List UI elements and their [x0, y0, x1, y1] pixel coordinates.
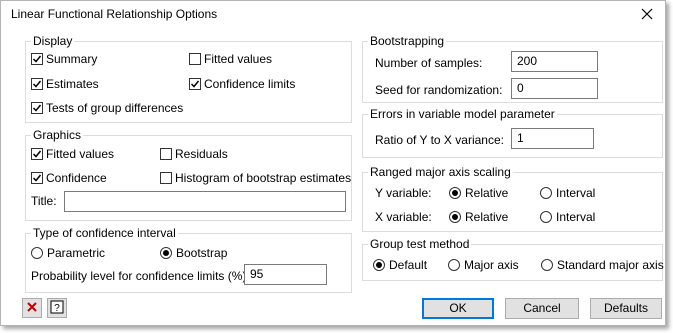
checkbox-box	[160, 172, 172, 184]
radio-circle	[448, 259, 460, 271]
checkbox-box	[31, 53, 43, 65]
standard-major-axis-radio[interactable]: Standard major axis	[541, 258, 664, 272]
checkbox-box	[189, 78, 201, 90]
default-method-label: Default	[389, 258, 428, 272]
ratio-input[interactable]: 1	[511, 128, 594, 149]
seed-input[interactable]: 0	[511, 78, 598, 99]
ok-button[interactable]: OK	[422, 298, 494, 319]
x-relative-radio[interactable]: Relative	[449, 210, 508, 224]
radio-circle	[373, 259, 385, 271]
rma-group-label: Ranged major axis scaling	[368, 165, 513, 179]
checkbox-box	[31, 172, 43, 184]
parametric-radio[interactable]: Parametric	[31, 246, 105, 260]
y-relative-radio[interactable]: Relative	[449, 186, 508, 200]
y-interval-label: Interval	[556, 186, 596, 200]
x-variable-label: X variable:	[375, 210, 432, 224]
standard-major-axis-label: Standard major axis	[557, 258, 664, 272]
y-relative-label: Relative	[465, 186, 509, 200]
estimates-checkbox[interactable]: Estimates	[31, 77, 99, 91]
radio-circle	[160, 247, 172, 259]
estimates-label: Estimates	[46, 77, 99, 91]
y-interval-radio[interactable]: Interval	[540, 186, 595, 200]
graphics-fitted-values-label: Fitted values	[46, 147, 115, 161]
radio-circle	[31, 247, 43, 259]
help-button[interactable]: ?	[47, 298, 67, 318]
summary-checkbox[interactable]: Summary	[31, 52, 97, 66]
histogram-bootstrap-label: Histogram of bootstrap estimates	[175, 171, 352, 185]
tests-group-differences-label: Tests of group differences	[46, 101, 184, 115]
residuals-label: Residuals	[175, 147, 228, 161]
ci-type-group-label: Type of confidence interval	[31, 226, 178, 240]
group-test-group-label: Group test method	[368, 237, 472, 251]
radio-circle	[449, 187, 461, 199]
radio-circle	[541, 259, 553, 271]
parametric-label: Parametric	[47, 246, 106, 260]
samples-label: Number of samples:	[375, 56, 483, 70]
probability-level-label: Probability level for confidence limits …	[31, 269, 250, 283]
confidence-label: Confidence	[46, 171, 107, 185]
red-x-icon	[26, 301, 38, 316]
window-title: Linear Functional Relationship Options	[11, 7, 218, 21]
confidence-limits-checkbox[interactable]: Confidence limits	[189, 77, 295, 91]
checkbox-box	[31, 102, 43, 114]
title-label: Title:	[31, 194, 57, 208]
checkbox-box	[160, 148, 172, 160]
checkbox-box	[189, 53, 201, 65]
x-relative-label: Relative	[465, 210, 509, 224]
samples-input[interactable]: 200	[511, 51, 598, 72]
display-group-label: Display	[31, 34, 75, 48]
graphics-fitted-values-checkbox[interactable]: Fitted values	[31, 147, 114, 161]
fitted-values-checkbox[interactable]: Fitted values	[189, 52, 272, 66]
bootstrap-radio[interactable]: Bootstrap	[160, 246, 227, 260]
default-method-radio[interactable]: Default	[373, 258, 427, 272]
title-input[interactable]	[64, 191, 346, 212]
graphics-group-label: Graphics	[31, 128, 84, 142]
checkbox-box	[31, 78, 43, 90]
radio-circle	[449, 211, 461, 223]
help-icon: ?	[50, 300, 64, 317]
errors-group-label: Errors in variable model parameter	[368, 107, 557, 121]
residuals-checkbox[interactable]: Residuals	[160, 147, 228, 161]
bootstrapping-group-label: Bootstrapping	[368, 34, 447, 48]
options-dialog: Linear Functional Relationship Options D…	[0, 0, 666, 326]
seed-label: Seed for randomization:	[375, 83, 503, 97]
y-variable-label: Y variable:	[375, 186, 432, 200]
histogram-bootstrap-checkbox[interactable]: Histogram of bootstrap estimates	[160, 171, 351, 185]
defaults-button[interactable]: Defaults	[590, 298, 662, 319]
clear-button[interactable]	[22, 298, 42, 318]
x-interval-label: Interval	[556, 210, 596, 224]
summary-label: Summary	[46, 52, 98, 66]
checkbox-box	[31, 148, 43, 160]
cancel-button[interactable]: Cancel	[505, 298, 579, 319]
x-interval-radio[interactable]: Interval	[540, 210, 595, 224]
confidence-limits-label: Confidence limits	[204, 77, 296, 91]
svg-text:?: ?	[54, 303, 60, 314]
major-axis-label: Major axis	[464, 258, 519, 272]
fitted-values-label: Fitted values	[204, 52, 273, 66]
major-axis-radio[interactable]: Major axis	[448, 258, 519, 272]
probability-level-input[interactable]: 95	[244, 264, 327, 285]
close-icon[interactable]	[637, 4, 657, 24]
title-bar: Linear Functional Relationship Options	[1, 1, 665, 28]
bootstrap-label: Bootstrap	[176, 246, 228, 260]
radio-circle	[540, 187, 552, 199]
tests-group-differences-checkbox[interactable]: Tests of group differences	[31, 101, 183, 115]
confidence-checkbox[interactable]: Confidence	[31, 171, 107, 185]
ratio-label: Ratio of Y to X variance:	[375, 133, 504, 147]
radio-circle	[540, 211, 552, 223]
